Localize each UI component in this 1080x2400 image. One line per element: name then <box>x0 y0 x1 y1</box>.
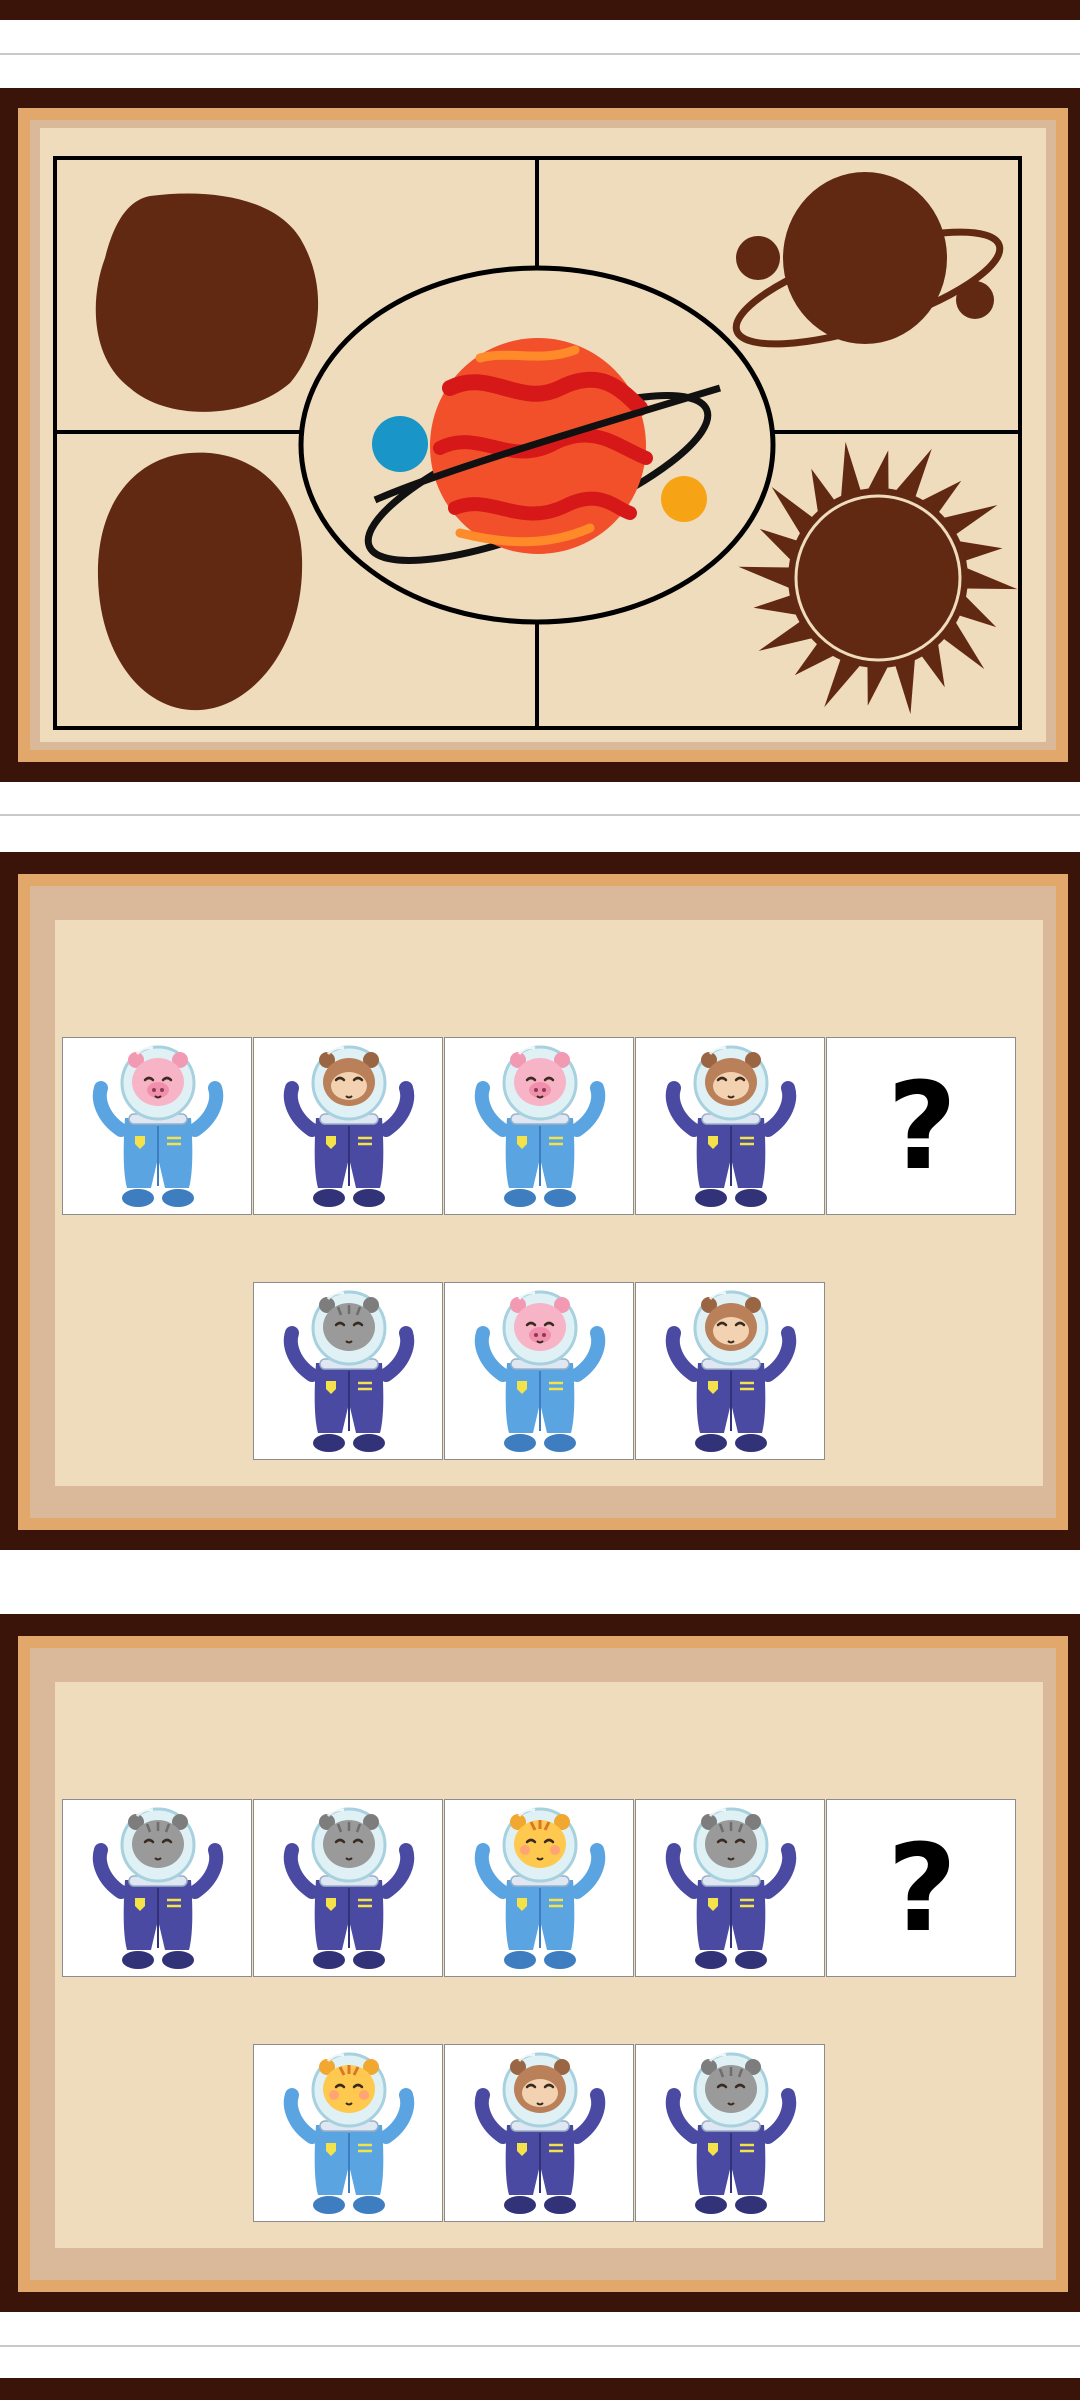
sequence-tile-pig-astronaut <box>444 1037 634 1215</box>
space-puzzle <box>53 156 1022 730</box>
answer-option-pig-astronaut[interactable] <box>444 1282 634 1460</box>
top-border <box>0 0 1080 20</box>
ringed-planet-shape-slot[interactable] <box>725 172 1011 367</box>
answer-option-tiger-astronaut[interactable] <box>253 2044 443 2222</box>
answer-option-monkey-astronaut[interactable] <box>444 2044 634 2222</box>
sequence-tile-cat-astronaut <box>253 1799 443 1977</box>
sequence-tile-monkey-astronaut <box>253 1037 443 1215</box>
separator-line <box>0 2345 1080 2347</box>
oval-rock-shape-slot[interactable] <box>97 452 303 711</box>
question-mark: ? <box>887 1819 957 1959</box>
question-mark: ? <box>887 1057 957 1197</box>
space-puzzle-board <box>0 88 1080 782</box>
rock-shape-slot[interactable] <box>95 193 319 412</box>
separator-line <box>0 53 1080 55</box>
answer-option-cat-astronaut[interactable] <box>253 1282 443 1460</box>
pattern-puzzle-board: ? <box>0 852 1080 1550</box>
missing-answer-slot[interactable]: ? <box>826 1799 1016 1977</box>
separator-line <box>0 814 1080 816</box>
answer-option-monkey-astronaut[interactable] <box>635 1282 825 1460</box>
bottom-border <box>0 2378 1080 2400</box>
sequence-tile-tiger-astronaut <box>444 1799 634 1977</box>
pattern-puzzle-board: ? <box>0 1614 1080 2312</box>
sequence-tile-pig-astronaut <box>62 1037 252 1215</box>
answer-option-cat-astronaut[interactable] <box>635 2044 825 2222</box>
sequence-tile-monkey-astronaut <box>635 1037 825 1215</box>
sequence-tile-cat-astronaut <box>62 1799 252 1977</box>
sequence-tile-cat-astronaut <box>635 1799 825 1977</box>
missing-answer-slot[interactable]: ? <box>826 1037 1016 1215</box>
sun-shape-slot[interactable] <box>738 441 1018 715</box>
